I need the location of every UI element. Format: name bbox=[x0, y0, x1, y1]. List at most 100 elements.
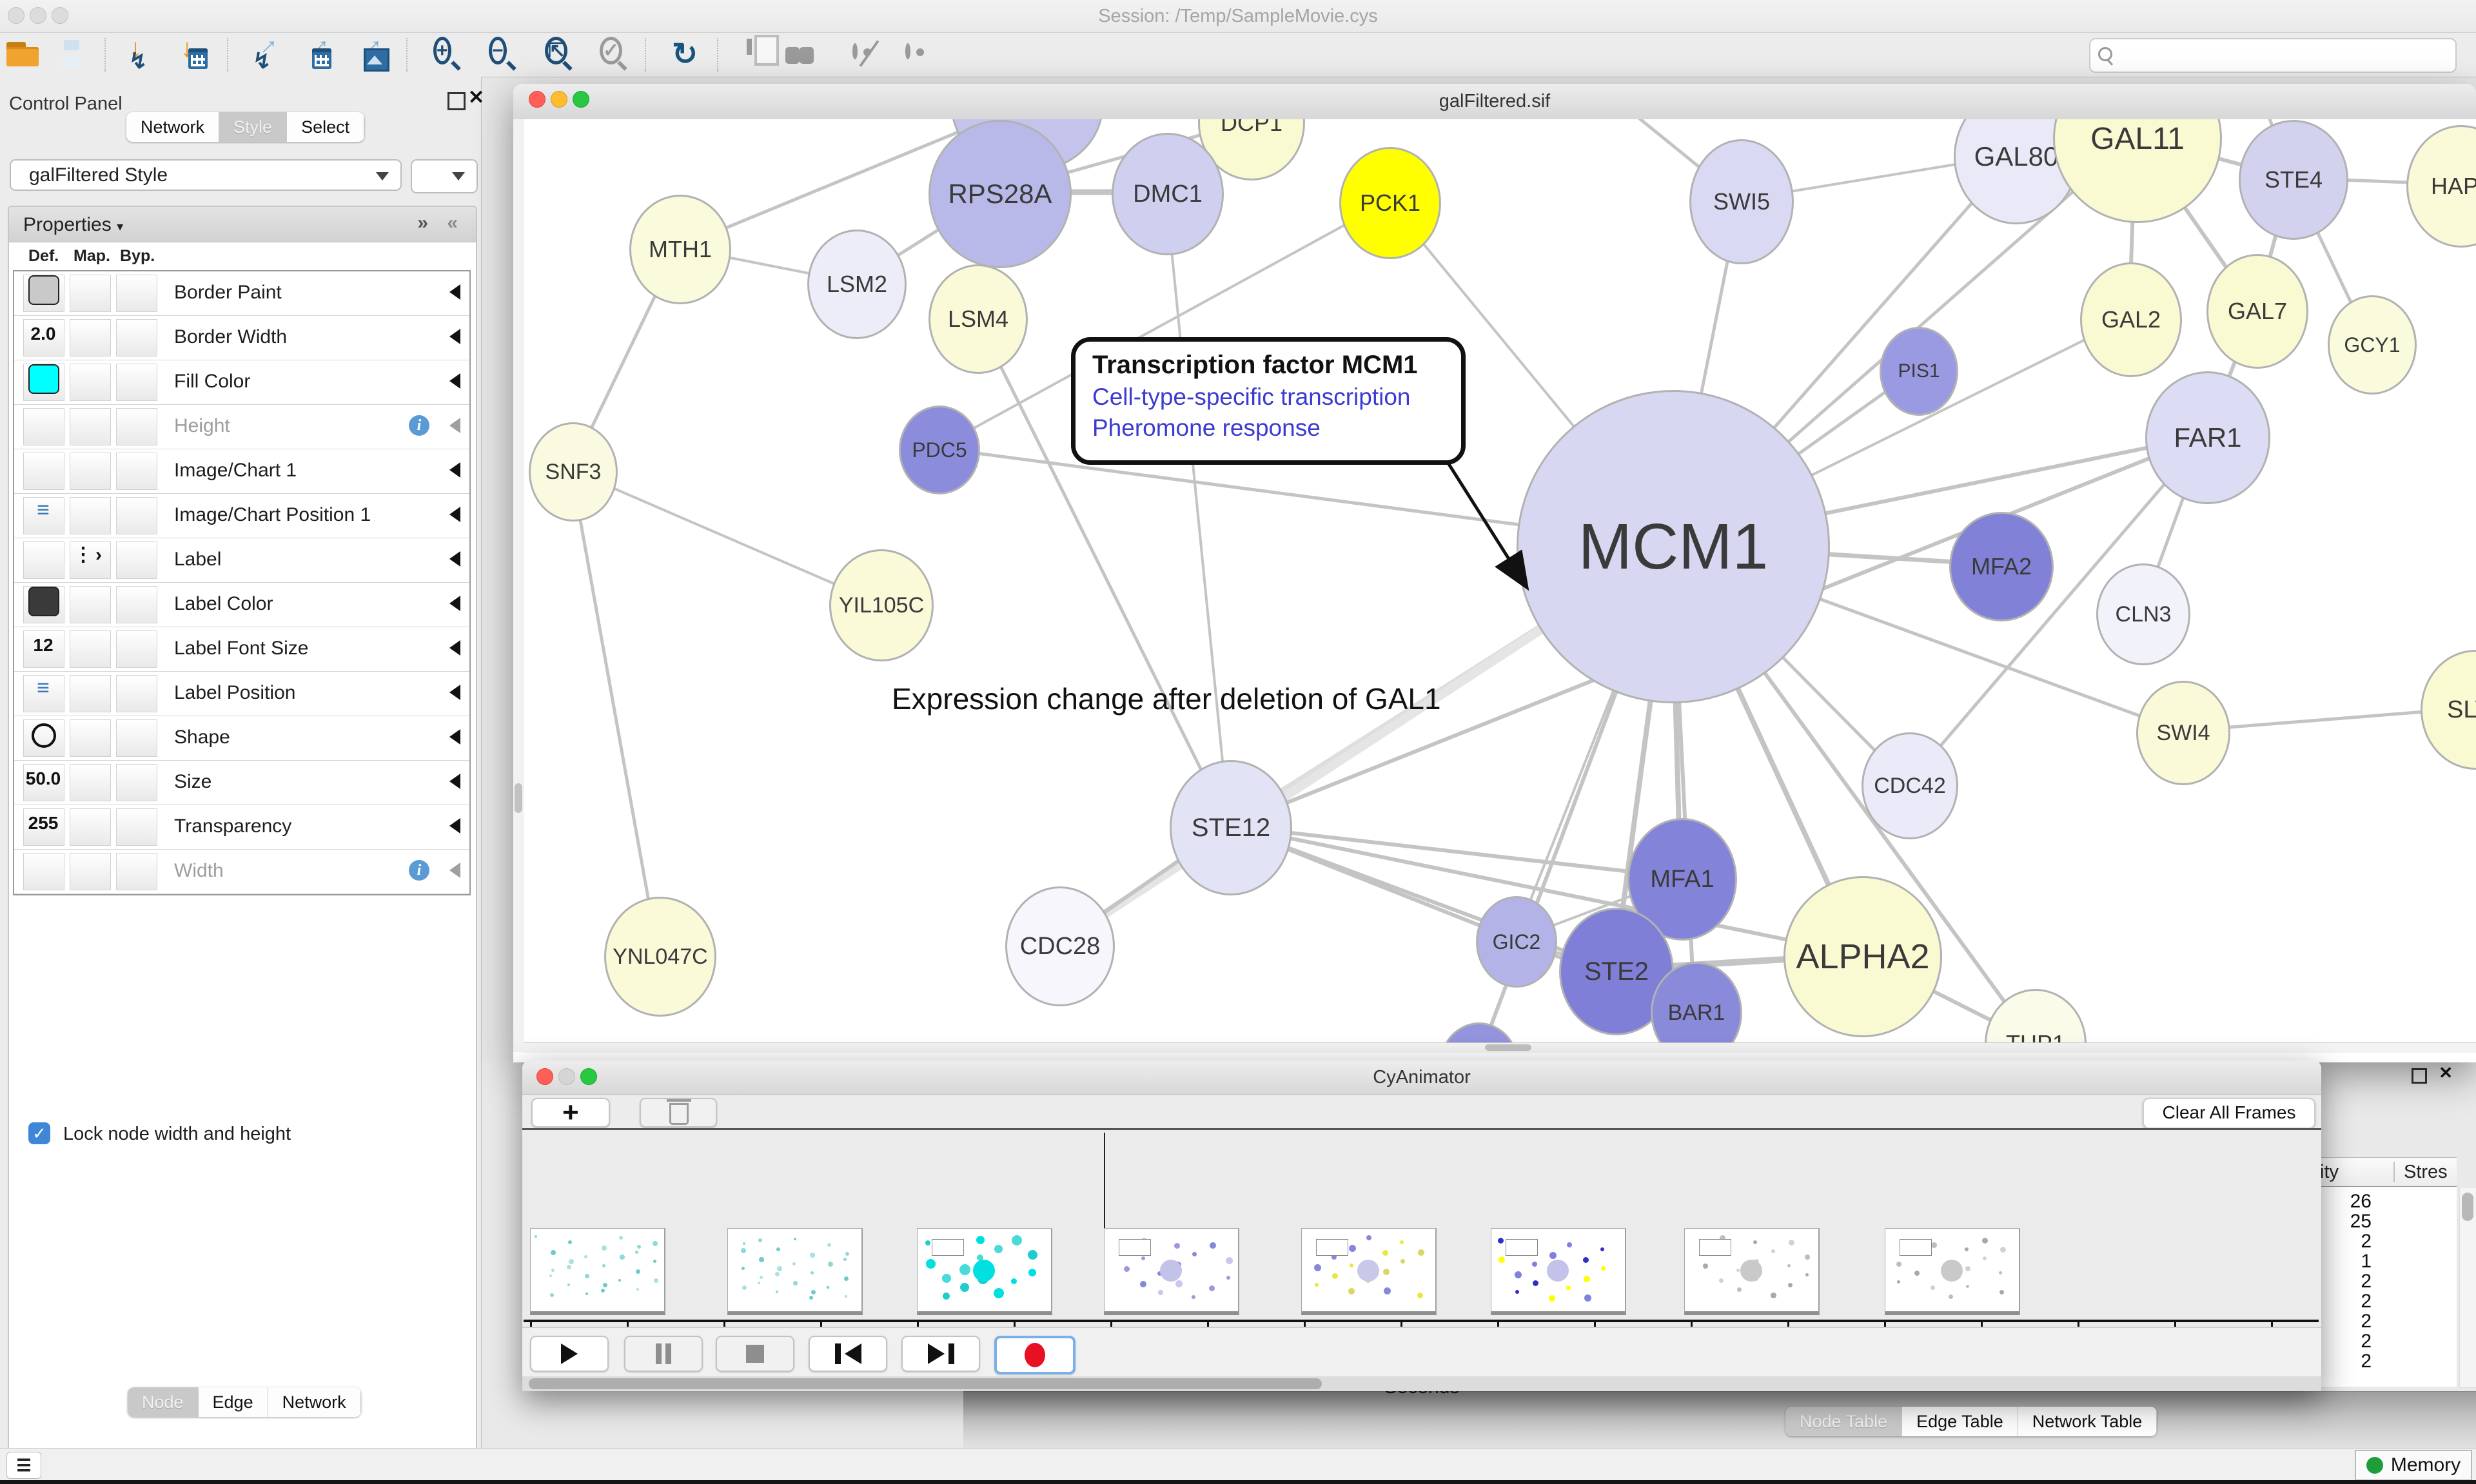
network-node-ALPHA2[interactable]: ALPHA2 bbox=[1783, 876, 1942, 1037]
network-node-GAL11[interactable]: GAL11 bbox=[2053, 119, 2222, 223]
table-cell[interactable]: 1 bbox=[2361, 1251, 2372, 1273]
skip-start-button[interactable] bbox=[809, 1336, 887, 1372]
network-node-LSM2[interactable]: LSM2 bbox=[807, 229, 907, 339]
color-swatch[interactable] bbox=[28, 587, 59, 616]
close-panel-icon[interactable]: ✕ bbox=[468, 91, 484, 105]
network-node-DMC1[interactable]: DMC1 bbox=[1112, 133, 1224, 255]
table-tab-network-table[interactable]: Network Table bbox=[2018, 1407, 2157, 1436]
property-row[interactable]: Size50.0 bbox=[14, 761, 469, 805]
pause-button[interactable] bbox=[624, 1336, 703, 1372]
property-row[interactable]: Label Position≡ bbox=[14, 672, 469, 716]
network-node-YNL047C[interactable]: YNL047C bbox=[604, 897, 716, 1017]
column-stress[interactable]: Stres bbox=[2404, 1162, 2448, 1183]
frame-thumbnail-8[interactable] bbox=[1885, 1228, 2020, 1315]
refresh-icon[interactable]: ↻ bbox=[672, 38, 705, 72]
table-cell[interactable]: 2 bbox=[2361, 1311, 2372, 1333]
default-value[interactable]: 2.0 bbox=[23, 324, 63, 344]
property-row[interactable]: Border Paint bbox=[14, 271, 469, 316]
network-node-PDC5[interactable]: PDC5 bbox=[899, 405, 980, 494]
network-node-CDC28[interactable]: CDC28 bbox=[1005, 886, 1115, 1006]
info-icon[interactable]: i bbox=[409, 415, 429, 436]
tab-style[interactable]: Style bbox=[219, 112, 287, 142]
table-cell[interactable]: 25 bbox=[2350, 1211, 2372, 1233]
cp-tab-edge[interactable]: Edge bbox=[199, 1387, 268, 1417]
property-row[interactable]: Border Width2.0 bbox=[14, 316, 469, 360]
position-icon[interactable]: ≡ bbox=[23, 498, 63, 523]
frame-thumbnail-6[interactable] bbox=[1491, 1228, 1626, 1315]
frame-thumbnail-7[interactable] bbox=[1684, 1228, 1820, 1315]
network-node-SWI4[interactable]: SWI4 bbox=[2136, 681, 2230, 785]
save-session-icon[interactable] bbox=[58, 38, 92, 72]
chevron-left-icon[interactable] bbox=[442, 774, 460, 789]
expand-all-icon[interactable]: » bbox=[417, 212, 428, 234]
chevron-left-icon[interactable] bbox=[442, 462, 460, 478]
network-node-GIC2[interactable]: GIC2 bbox=[1476, 896, 1557, 988]
skip-end-button[interactable] bbox=[901, 1336, 980, 1372]
network-node-GAL2[interactable]: GAL2 bbox=[2080, 262, 2182, 377]
style-select[interactable]: galFiltered Style bbox=[10, 159, 402, 191]
chevron-left-icon[interactable] bbox=[442, 507, 460, 522]
table-scrollbar[interactable] bbox=[2459, 1187, 2476, 1388]
chevron-left-icon[interactable] bbox=[442, 329, 460, 344]
default-value[interactable]: 50.0 bbox=[23, 768, 63, 789]
network-node-PIS1[interactable]: PIS1 bbox=[1880, 327, 1958, 416]
property-row[interactable]: Shape bbox=[14, 716, 469, 761]
tab-network[interactable]: Network bbox=[126, 112, 219, 142]
annotation-link[interactable]: Pheromone response bbox=[1092, 415, 1461, 442]
network-horizontal-scrollbar[interactable] bbox=[524, 1042, 2476, 1053]
search-input[interactable] bbox=[2089, 38, 2457, 73]
position-icon[interactable]: ≡ bbox=[23, 676, 63, 701]
properties-header[interactable]: Properties ▾ » « bbox=[9, 207, 476, 242]
property-row[interactable]: Widthi bbox=[14, 850, 469, 894]
cp-tab-network[interactable]: Network bbox=[268, 1387, 361, 1417]
network-node-YIL105C[interactable]: YIL105C bbox=[829, 549, 934, 661]
table-tab-node-table[interactable]: Node Table bbox=[1785, 1407, 1902, 1436]
export-image-icon[interactable]: ↑ bbox=[356, 38, 389, 72]
lock-checkbox[interactable]: ✓ bbox=[28, 1122, 50, 1144]
chevron-left-icon[interactable] bbox=[442, 685, 460, 700]
frame-thumbnail-2[interactable] bbox=[727, 1228, 863, 1315]
close-table-panel-icon[interactable]: ✕ bbox=[2439, 1066, 2453, 1080]
cp-tab-node[interactable]: Node bbox=[128, 1387, 199, 1417]
network-node-STE12[interactable]: STE12 bbox=[1170, 760, 1292, 895]
import-table-icon[interactable]: ↓ bbox=[179, 38, 213, 72]
column-centrality[interactable]: ity bbox=[2320, 1162, 2339, 1183]
memory-button[interactable]: Memory bbox=[2355, 1450, 2472, 1481]
stop-button[interactable] bbox=[716, 1336, 794, 1372]
color-swatch[interactable] bbox=[28, 364, 59, 394]
network-node-BAR1[interactable]: BAR1 bbox=[1651, 962, 1742, 1052]
style-options-button[interactable] bbox=[411, 159, 478, 193]
timeline[interactable]: 0123456789 Seconds bbox=[522, 1130, 2321, 1327]
network-node-SWI5[interactable]: SWI5 bbox=[1689, 139, 1794, 264]
table-cell[interactable]: 26 bbox=[2350, 1191, 2372, 1213]
property-row[interactable]: Label⋮› bbox=[14, 538, 469, 583]
frame-thumbnail-1[interactable] bbox=[530, 1228, 665, 1315]
default-value[interactable]: 255 bbox=[23, 813, 63, 834]
property-row[interactable]: Image/Chart 1 bbox=[14, 449, 469, 494]
import-network-icon[interactable]: ↓↯ bbox=[128, 38, 161, 72]
annotation-link[interactable]: Cell-type-specific transcription bbox=[1092, 384, 1461, 411]
table-cell[interactable]: 2 bbox=[2361, 1231, 2372, 1253]
property-row[interactable]: Heighti bbox=[14, 405, 469, 449]
network-node-LSM4[interactable]: LSM4 bbox=[928, 264, 1028, 374]
table-cell[interactable]: 2 bbox=[2361, 1351, 2372, 1372]
hide-details-icon[interactable] bbox=[852, 38, 886, 72]
float-table-panel-icon[interactable] bbox=[2412, 1068, 2427, 1084]
zoom-out-icon[interactable]: − bbox=[489, 38, 522, 72]
network-node-MCM1[interactable]: MCM1 bbox=[1517, 390, 1830, 703]
network-node-FAR1[interactable]: FAR1 bbox=[2145, 371, 2270, 504]
chevron-left-icon[interactable] bbox=[442, 729, 460, 745]
collapse-all-icon[interactable]: « bbox=[447, 212, 458, 234]
network-node-MFA2[interactable]: MFA2 bbox=[1949, 512, 2054, 621]
record-button[interactable] bbox=[994, 1336, 1076, 1374]
export-network-icon[interactable]: ↑↯ bbox=[251, 38, 285, 72]
chevron-left-icon[interactable] bbox=[442, 818, 460, 834]
property-row[interactable]: Image/Chart Position 1≡ bbox=[14, 494, 469, 538]
clone-network-icon[interactable] bbox=[747, 38, 780, 72]
mapping-icon[interactable]: ⋮› bbox=[74, 543, 104, 566]
chevron-left-icon[interactable] bbox=[442, 596, 460, 611]
show-details-icon[interactable] bbox=[905, 38, 939, 72]
float-panel-icon[interactable] bbox=[447, 92, 466, 110]
delete-frame-button[interactable] bbox=[640, 1098, 717, 1128]
open-session-icon[interactable] bbox=[6, 38, 40, 72]
